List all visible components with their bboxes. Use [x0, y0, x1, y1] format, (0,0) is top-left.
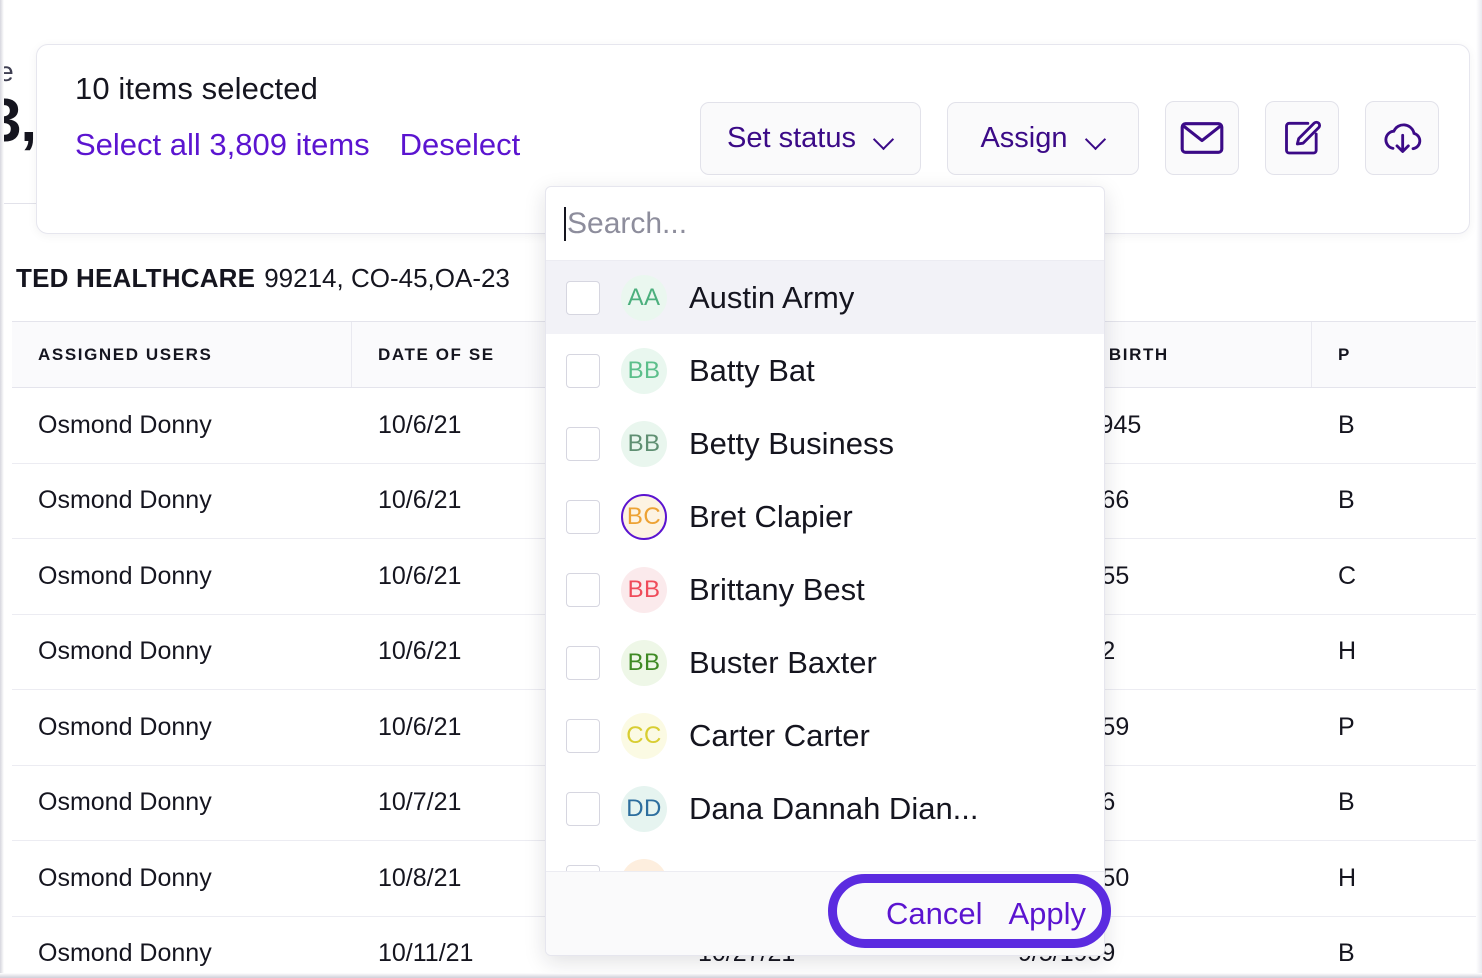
- deselect-link[interactable]: Deselect: [400, 127, 521, 163]
- bulk-action-buttons: Set status Assign: [700, 101, 1439, 175]
- assignee-checkbox[interactable]: [566, 645, 600, 680]
- assignee-list-item[interactable]: BB Betty Business: [546, 407, 1104, 480]
- assignee-checkbox[interactable]: [566, 791, 600, 826]
- apply-button[interactable]: Apply: [1008, 896, 1086, 932]
- assignee-name: Dana Dannah Dian...: [689, 790, 979, 826]
- set-status-label: Set status: [727, 121, 856, 154]
- assigned-user-cell: Osmond Donny: [38, 939, 212, 968]
- avatar: BB: [621, 347, 667, 394]
- set-status-button[interactable]: Set status: [700, 101, 921, 175]
- assignee-list-item[interactable]: BB Batty Bat: [546, 334, 1104, 407]
- patient-cell: P: [1338, 712, 1355, 741]
- assigned-user-cell: Osmond Donny: [38, 788, 212, 817]
- avatar: AA: [621, 274, 667, 321]
- patient-cell: C: [1338, 561, 1357, 590]
- dropdown-footer: Cancel Apply: [546, 871, 1104, 955]
- payer-codes: 99214, CO-45,OA-23: [264, 262, 510, 293]
- patient-cell: B: [1338, 486, 1355, 515]
- patient-cell: B: [1338, 939, 1355, 968]
- avatar: BC: [621, 493, 667, 540]
- assignee-list[interactable]: AA Austin Army BB Batty Bat BB Betty Business…: [546, 261, 1104, 871]
- chevron-down-icon: [1086, 132, 1106, 144]
- window-edge-left: [0, 0, 4, 978]
- edit-icon: [1282, 118, 1322, 158]
- assignee-checkbox[interactable]: [566, 572, 600, 607]
- assignee-name: Brittany Best: [689, 571, 865, 607]
- assignee-checkbox[interactable]: [566, 353, 600, 388]
- edit-button[interactable]: [1265, 101, 1339, 175]
- avatar: BB: [621, 566, 667, 613]
- column-header-assigned-users[interactable]: ASSIGNED USERS: [12, 322, 352, 387]
- payer-name: TED HEALTHCARE: [16, 262, 256, 293]
- assigned-user-cell: Osmond Donny: [38, 712, 212, 741]
- assign-button[interactable]: Assign: [947, 101, 1139, 175]
- screen-root: ne 3, TED HEALTHCARE 99214, CO-45,OA-23 …: [0, 0, 1482, 978]
- assignee-checkbox[interactable]: [566, 718, 600, 753]
- assignee-name: Buster Baxter: [689, 644, 877, 680]
- assignee-name: Carter Carter: [689, 717, 870, 753]
- assignee-name: Betty Business: [689, 425, 895, 461]
- assignee-list-item[interactable]: [546, 845, 1104, 871]
- window-edge-bottom: [0, 973, 1482, 978]
- assigned-user-cell: Osmond Donny: [38, 561, 212, 590]
- select-all-link[interactable]: Select all 3,809 items: [75, 127, 370, 163]
- column-header-patient[interactable]: P: [1312, 322, 1482, 387]
- chevron-down-icon: [874, 132, 894, 144]
- search-row: [546, 187, 1104, 261]
- assignee-list-item[interactable]: AA Austin Army: [546, 261, 1104, 334]
- patient-cell: B: [1338, 410, 1355, 439]
- assignee-list-item[interactable]: BC Bret Clapier: [546, 480, 1104, 553]
- assigned-user-cell: Osmond Donny: [38, 637, 212, 666]
- cloud-download-icon: [1380, 118, 1424, 158]
- assign-dropdown-panel: AA Austin Army BB Batty Bat BB Betty Business…: [545, 186, 1105, 956]
- assignee-list-item[interactable]: DD Dana Dannah Dian...: [546, 772, 1104, 845]
- search-input[interactable]: [567, 206, 1104, 241]
- assignee-list-item[interactable]: BB Brittany Best: [546, 553, 1104, 626]
- assignee-name: Batty Bat: [689, 352, 815, 388]
- mail-button[interactable]: [1165, 101, 1239, 175]
- avatar: BB: [621, 420, 667, 467]
- patient-cell: H: [1338, 863, 1357, 892]
- avatar: [621, 858, 667, 871]
- assignee-checkbox[interactable]: [566, 280, 600, 315]
- assignee-name: Austin Army: [689, 279, 855, 315]
- assigned-user-cell: Osmond Donny: [38, 863, 212, 892]
- patient-cell: H: [1338, 637, 1357, 666]
- avatar: BB: [621, 639, 667, 686]
- assignee-checkbox[interactable]: [566, 499, 600, 534]
- assign-label: Assign: [980, 121, 1068, 154]
- assignee-checkbox[interactable]: [566, 426, 600, 461]
- patient-cell: B: [1338, 788, 1355, 817]
- download-button[interactable]: [1365, 101, 1439, 175]
- cancel-button[interactable]: Cancel: [886, 896, 983, 932]
- avatar: CC: [621, 712, 667, 759]
- assigned-user-cell: Osmond Donny: [38, 410, 212, 439]
- mail-icon: [1180, 121, 1224, 155]
- assignee-list-item[interactable]: BB Buster Baxter: [546, 626, 1104, 699]
- window-edge-right: [1476, 0, 1482, 978]
- page-ghost-number: 3,: [0, 87, 37, 154]
- text-caret: [564, 206, 566, 241]
- avatar: DD: [621, 785, 667, 832]
- assigned-user-cell: Osmond Donny: [38, 486, 212, 515]
- assignee-list-item[interactable]: CC Carter Carter: [546, 699, 1104, 772]
- assignee-name: Bret Clapier: [689, 498, 853, 534]
